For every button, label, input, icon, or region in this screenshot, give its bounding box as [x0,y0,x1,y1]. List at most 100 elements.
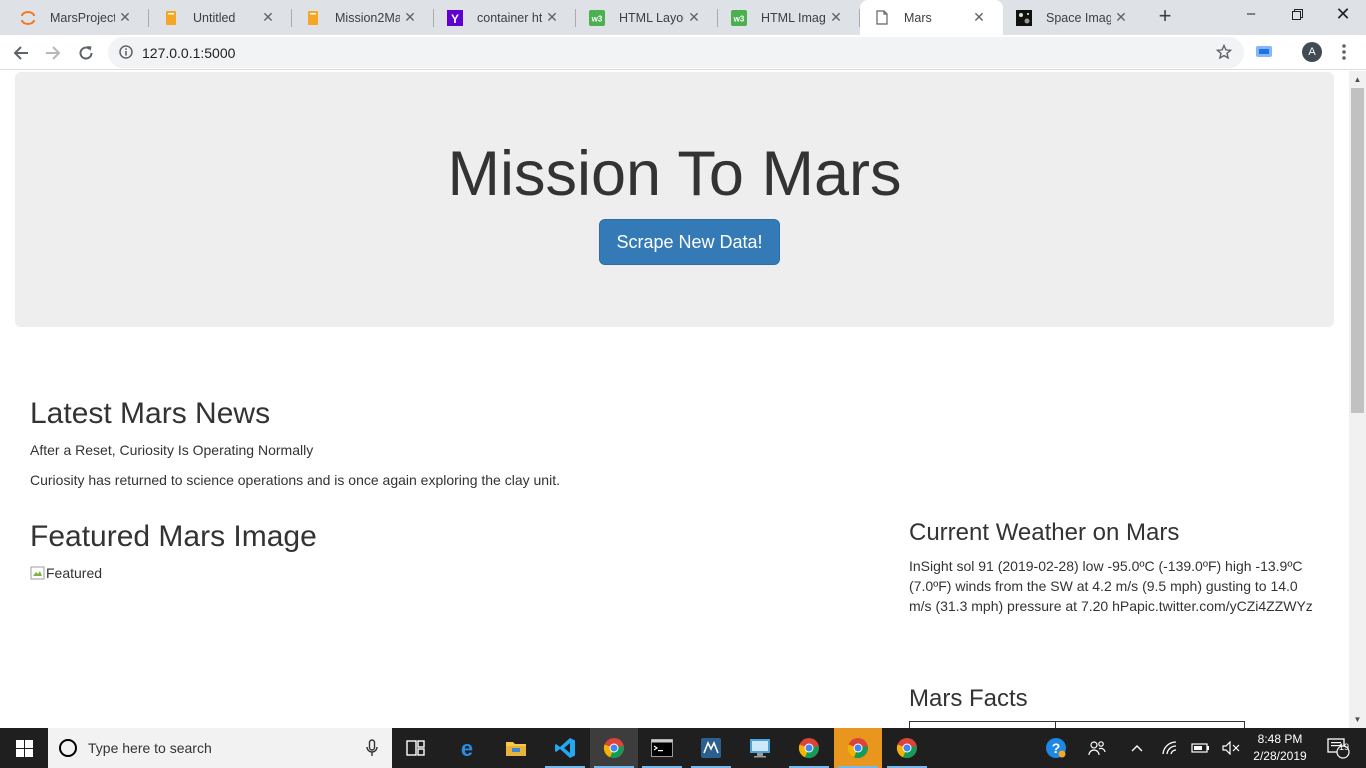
clock-date: 2/28/2019 [1253,749,1307,763]
close-icon[interactable]: ✕ [969,9,989,26]
minimize-button[interactable]: – [1228,0,1274,30]
news-paragraph: Curiosity has returned to science operat… [30,472,560,488]
tab-title: HTML Images [761,10,826,25]
tab-strip: MarsProject/ ✕ Untitled ✕ Mission2Mars ✕… [0,0,1366,35]
info-icon[interactable] [119,45,133,64]
tab-html-images[interactable]: w3 HTML Images ✕ [717,0,860,35]
file-explorer-icon[interactable] [492,728,540,768]
task-view-icon[interactable] [392,728,440,768]
featured-alt-text: Featured [46,565,103,581]
restore-button[interactable] [1274,0,1320,30]
close-icon[interactable]: ✕ [400,9,420,26]
wifi-icon[interactable] [1160,728,1180,768]
tab-mission2mars[interactable]: Mission2Mars ✕ [291,0,434,35]
scroll-up-icon[interactable]: ▲ [1349,71,1366,88]
scroll-down-icon[interactable]: ▼ [1349,711,1366,728]
jupyter-icon [20,10,36,26]
avatar[interactable]: A [1302,42,1322,62]
close-icon[interactable]: ✕ [115,9,135,26]
broken-image-icon [30,566,45,580]
people-icon[interactable] [1086,728,1108,768]
notebook-icon [163,10,179,26]
back-button[interactable] [7,39,35,67]
tab-title: Space Images [1046,10,1111,25]
search-placeholder: Type here to search [88,740,212,756]
address-bar[interactable]: 127.0.0.1:5000 [108,37,1244,68]
svg-text:w3: w3 [733,14,745,23]
scrape-button[interactable]: Scrape New Data! [599,219,780,265]
tab-title: container html [477,10,542,25]
url-text[interactable]: 127.0.0.1:5000 [142,45,235,61]
forward-button[interactable] [39,39,67,67]
chevron-up-icon[interactable] [1128,728,1146,768]
chrome-icon[interactable] [590,728,638,768]
chrome-icon[interactable] [883,728,931,768]
chrome-icon[interactable] [785,728,833,768]
taskbar-search[interactable]: Type here to search [48,728,392,768]
scrollbar[interactable]: ▲ ▼ [1349,71,1366,728]
svg-text:w3: w3 [591,14,603,23]
jumbotron: Mission To Mars Scrape New Data! [15,72,1334,327]
page-viewport: Mission To Mars Scrape New Data! Latest … [0,71,1349,728]
close-icon[interactable]: ✕ [542,9,562,26]
extension-icon[interactable] [1255,43,1273,59]
mysql-workbench-icon[interactable] [687,728,735,768]
notification-center-button[interactable]: 19 [1318,728,1358,768]
chrome-icon[interactable] [834,728,882,768]
tab-untitled[interactable]: Untitled ✕ [149,0,292,35]
browser-toolbar: 127.0.0.1:5000 [0,35,1366,70]
arrow-left-icon [13,46,28,60]
microphone-icon[interactable] [366,739,378,762]
tab-container-html[interactable]: Y container html ✕ [433,0,576,35]
windows-start-button[interactable] [0,728,48,768]
featured-heading: Featured Mars Image [30,520,317,553]
page-title: Mission To Mars [447,139,902,209]
notification-count: 19 [1339,742,1350,752]
reload-icon [79,46,93,60]
terminal-icon[interactable] [638,728,686,768]
news-title: After a Reset, Curiosity Is Operating No… [30,442,314,458]
taskbar: Type here to search e ? 8:48 PM 2/28/201… [0,728,1366,768]
weather-text: InSight sol 91 (2019-02-28) low -95.0ºC … [909,558,1313,614]
svg-text:e: e [461,737,473,759]
edge-icon[interactable]: e [443,728,491,768]
tab-title: Mission2Mars [335,10,400,25]
tab-html-layouts[interactable]: w3 HTML Layouts ✕ [575,0,718,35]
help-icon[interactable]: ? [1042,728,1070,768]
page-icon [874,10,890,26]
close-icon[interactable]: ✕ [684,9,704,26]
tab-title: MarsProject/ [50,10,115,25]
yahoo-icon: Y [447,9,463,26]
reload-button[interactable] [72,39,100,67]
featured-image: Featured [30,565,102,581]
tab-space-images[interactable]: Space Images ✕ [1002,0,1145,35]
w3schools-icon: w3 [589,9,605,26]
tab-title: Untitled [193,10,236,25]
battery-icon[interactable] [1190,728,1212,768]
clock-time: 8:48 PM [1257,732,1303,746]
scroll-thumb[interactable] [1351,88,1364,413]
close-window-button[interactable]: ✕ [1320,0,1366,30]
menu-icon[interactable] [1336,42,1352,62]
space-icon [1016,9,1032,26]
close-icon[interactable]: ✕ [1111,9,1131,26]
tab-marsproject[interactable]: MarsProject/ ✕ [6,0,149,35]
new-tab-button[interactable]: + [1153,5,1177,29]
facts-heading: Mars Facts [909,685,1028,712]
taskbar-clock[interactable]: 8:48 PM 2/28/2019 [1248,731,1312,765]
tab-mars[interactable]: Mars ✕ [860,0,1003,35]
tab-title: HTML Layouts [619,10,684,25]
cortana-icon [59,739,77,757]
tab-title: Mars [904,10,932,25]
close-icon[interactable]: ✕ [258,9,278,26]
vscode-icon[interactable] [541,728,589,768]
svg-text:Y: Y [451,12,459,26]
news-heading: Latest Mars News [30,397,271,430]
close-icon[interactable]: ✕ [826,9,846,26]
control-panel-icon[interactable] [736,728,784,768]
windows-icon [15,739,33,757]
facts-table [909,721,1245,728]
volume-muted-icon[interactable] [1220,728,1242,768]
weather-heading: Current Weather on Mars [909,519,1180,546]
star-icon[interactable] [1215,43,1233,65]
